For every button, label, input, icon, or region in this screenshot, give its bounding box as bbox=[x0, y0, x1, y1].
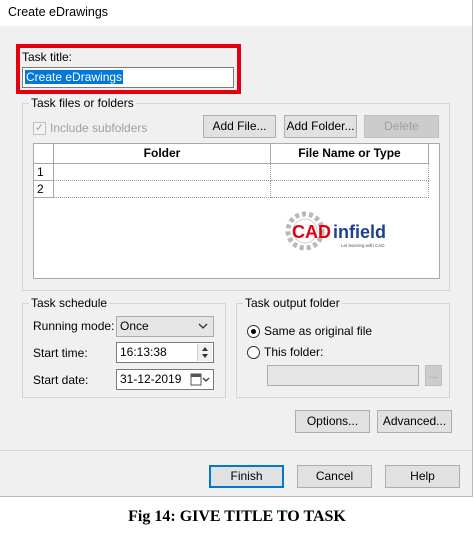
chevron-down-icon bbox=[198, 317, 208, 342]
start-time-input[interactable]: 16:13:38 bbox=[116, 342, 214, 363]
cancel-button[interactable]: Cancel bbox=[297, 465, 372, 488]
start-date-label: Start date: bbox=[33, 373, 89, 387]
this-folder-input[interactable] bbox=[267, 365, 419, 386]
grid-corner bbox=[34, 144, 54, 164]
task-output-folder-group-label: Task output folder bbox=[243, 296, 342, 310]
help-button[interactable]: Help bbox=[385, 465, 460, 488]
this-folder-label: This folder: bbox=[264, 345, 324, 359]
include-subfolders-label: Include subfolders bbox=[50, 121, 148, 135]
start-date-value: 31-12-2019 bbox=[120, 372, 182, 386]
same-as-original-radio[interactable] bbox=[247, 325, 260, 338]
add-file-button[interactable]: Add File... bbox=[203, 115, 276, 138]
row-number: 1 bbox=[34, 164, 54, 181]
start-time-label: Start time: bbox=[33, 346, 88, 360]
grid-cell[interactable] bbox=[271, 164, 429, 181]
running-mode-value: Once bbox=[120, 319, 149, 333]
running-mode-label: Running mode: bbox=[33, 319, 115, 333]
highlight-box bbox=[16, 44, 241, 94]
running-mode-dropdown[interactable]: Once bbox=[116, 316, 214, 337]
row-number: 2 bbox=[34, 181, 54, 198]
logo-infield-text: infield bbox=[333, 222, 386, 242]
this-folder-radio[interactable] bbox=[247, 346, 260, 359]
grid-cell[interactable] bbox=[54, 181, 271, 198]
start-date-picker[interactable]: 31-12-2019 bbox=[116, 369, 214, 390]
title-bar: Create eDrawings bbox=[0, 0, 472, 26]
logo-tagline: Let learning with CAD bbox=[341, 243, 385, 248]
column-header-folder[interactable]: Folder bbox=[54, 144, 271, 164]
options-button[interactable]: Options... bbox=[295, 410, 370, 433]
logo-cad-text: CAD bbox=[292, 222, 331, 242]
browse-folder-button[interactable]: ... bbox=[425, 365, 442, 386]
include-subfolders-checkbox[interactable]: ✓ bbox=[33, 122, 46, 135]
task-files-group-label: Task files or folders bbox=[29, 96, 136, 110]
advanced-button[interactable]: Advanced... bbox=[377, 410, 452, 433]
same-as-original-label: Same as original file bbox=[264, 324, 373, 338]
finish-button[interactable]: Finish bbox=[209, 465, 284, 488]
divider bbox=[0, 450, 472, 451]
start-time-value: 16:13:38 bbox=[120, 345, 167, 359]
task-schedule-group-label: Task schedule bbox=[29, 296, 110, 310]
cadinfield-logo: CAD infield Let learning with CAD bbox=[285, 211, 386, 251]
time-spinner[interactable] bbox=[197, 344, 212, 361]
column-header-file-name[interactable]: File Name or Type bbox=[271, 144, 429, 164]
create-edrawings-dialog: Create eDrawings Task title: Create eDra… bbox=[0, 0, 473, 497]
add-folder-button[interactable]: Add Folder... bbox=[284, 115, 357, 138]
grid-cell[interactable] bbox=[54, 164, 271, 181]
window-title: Create eDrawings bbox=[8, 5, 109, 19]
spinner-arrows-icon bbox=[202, 347, 208, 358]
delete-button[interactable]: Delete bbox=[364, 115, 439, 138]
figure-caption: Fig 14: GIVE TITLE TO TASK bbox=[128, 508, 346, 525]
calendar-dropdown-icon[interactable] bbox=[189, 371, 211, 394]
grid-cell[interactable] bbox=[271, 181, 429, 198]
